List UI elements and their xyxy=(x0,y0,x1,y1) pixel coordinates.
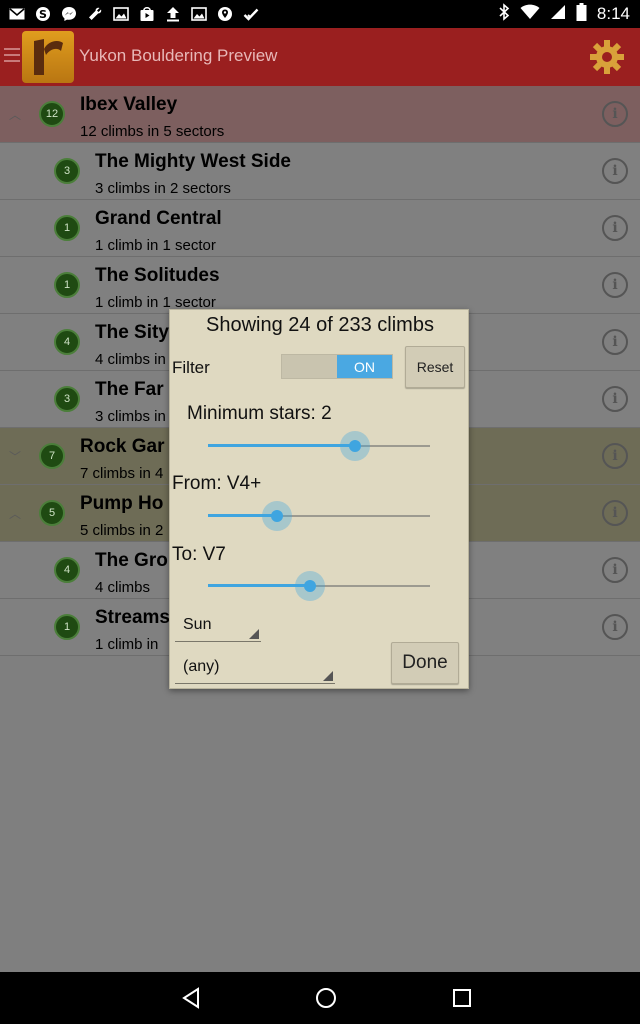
info-icon[interactable]: i xyxy=(602,215,628,241)
notification-icons: S xyxy=(8,4,260,24)
list-item[interactable]: 1 The Solitudes 1 climb in 1 sector i xyxy=(0,257,640,314)
reset-button[interactable]: Reset xyxy=(405,346,465,388)
filter-label: Filter xyxy=(172,358,210,377)
day-select[interactable]: Sun xyxy=(175,612,261,642)
dialog-title: Showing 24 of 233 climbs xyxy=(206,314,434,336)
image-icon xyxy=(112,6,130,22)
sector-subtitle: 1 climb in 1 sector xyxy=(95,237,216,254)
done-button[interactable]: Done xyxy=(391,642,459,684)
sector-title: Grand Central xyxy=(95,208,222,229)
sector-subtitle: 1 climb in xyxy=(95,636,159,653)
status-time: 8:14 xyxy=(596,4,630,23)
list-item[interactable]: 1 Grand Central 1 climb in 1 sector i xyxy=(0,200,640,257)
climb-count-badge: 5 xyxy=(39,500,65,526)
climb-count-badge: 4 xyxy=(54,557,80,583)
filter-dialog: Showing 24 of 233 climbs Filter ON Reset… xyxy=(169,309,469,689)
sector-title: The Mighty West Side xyxy=(95,151,292,172)
climb-count-badge: 1 xyxy=(54,272,80,298)
area-subtitle: 7 climbs in 4 xyxy=(80,465,164,482)
image-icon xyxy=(190,6,208,22)
area-title: Pump Ho xyxy=(80,493,164,514)
conditions-select-value: (any) xyxy=(183,658,220,675)
recents-icon[interactable] xyxy=(450,986,474,1010)
wrench-icon xyxy=(86,6,104,22)
wifi-icon xyxy=(520,4,540,25)
sector-subtitle: 3 climbs in xyxy=(95,408,166,425)
app-title: Yukon Bouldering Preview xyxy=(79,46,278,65)
climb-count-badge: 3 xyxy=(54,158,80,184)
system-icons: 8:14 xyxy=(498,2,630,26)
min-stars-label: Minimum stars: 2 xyxy=(187,403,332,424)
chevron-down-icon[interactable]: ﹀ xyxy=(9,448,23,464)
upload-icon xyxy=(164,6,182,22)
min-stars-slider[interactable] xyxy=(208,431,430,461)
filter-toggle[interactable]: ON xyxy=(281,354,393,379)
gmail-icon xyxy=(8,6,26,22)
svg-text:S: S xyxy=(39,8,47,21)
list-item[interactable]: 3 The Mighty West Side 3 climbs in 2 sec… xyxy=(0,143,640,200)
slider-thumb[interactable] xyxy=(271,510,283,522)
info-icon[interactable]: i xyxy=(602,443,628,469)
to-grade-slider[interactable] xyxy=(208,571,430,601)
climb-count-badge: 12 xyxy=(39,101,65,127)
climb-count-badge: 4 xyxy=(54,329,80,355)
bluetooth-icon xyxy=(498,2,510,26)
dropdown-arrow-icon xyxy=(249,629,259,639)
to-grade-label: To: V7 xyxy=(172,544,226,565)
slider-thumb[interactable] xyxy=(304,580,316,592)
info-icon[interactable]: i xyxy=(602,329,628,355)
app-logo[interactable] xyxy=(22,31,74,83)
sector-title: The Far xyxy=(95,379,164,400)
area-title: Rock Gar xyxy=(80,436,165,457)
area-subtitle: 12 climbs in 5 sectors xyxy=(80,123,225,140)
sector-title: The Gro xyxy=(95,550,168,571)
checked-icon xyxy=(242,6,260,22)
area-subtitle: 5 climbs in 2 xyxy=(80,522,164,539)
home-icon[interactable] xyxy=(314,986,338,1010)
app-bar: Yukon Bouldering Preview xyxy=(0,28,640,86)
status-bar: S 8:14 xyxy=(0,0,640,28)
conditions-select[interactable]: (any) xyxy=(175,654,335,684)
sector-subtitle: 4 climbs xyxy=(95,579,151,596)
area-title: Ibex Valley xyxy=(80,94,178,115)
from-grade-label: From: V4+ xyxy=(172,473,262,494)
chevron-up-icon[interactable]: ︿ xyxy=(9,106,23,122)
climb-count-badge: 1 xyxy=(54,614,80,640)
info-icon[interactable]: i xyxy=(602,386,628,412)
slider-thumb[interactable] xyxy=(349,440,361,452)
signal-icon xyxy=(550,4,566,25)
climb-count-badge: 1 xyxy=(54,215,80,241)
sector-title: The Solitudes xyxy=(95,265,220,286)
back-icon[interactable] xyxy=(179,986,203,1010)
play-store-icon xyxy=(138,6,156,22)
info-icon[interactable]: i xyxy=(602,614,628,640)
navigation-bar xyxy=(0,972,640,1024)
location-icon xyxy=(216,6,234,22)
info-icon[interactable]: i xyxy=(602,272,628,298)
from-grade-slider[interactable] xyxy=(208,501,430,531)
menu-icon[interactable] xyxy=(4,48,20,62)
messenger-icon xyxy=(60,6,78,22)
sector-title: The Sity xyxy=(95,322,169,343)
day-select-value: Sun xyxy=(183,616,212,633)
battery-icon xyxy=(576,2,587,26)
gear-icon[interactable] xyxy=(588,38,626,76)
info-icon[interactable]: i xyxy=(602,101,628,127)
chevron-up-icon[interactable]: ︿ xyxy=(9,505,23,521)
info-icon[interactable]: i xyxy=(602,158,628,184)
toggle-state-label: ON xyxy=(337,355,392,378)
skype-icon: S xyxy=(34,6,52,22)
sector-title: Streams xyxy=(95,607,170,628)
climb-count-badge: 3 xyxy=(54,386,80,412)
dropdown-arrow-icon xyxy=(323,671,333,681)
list-item[interactable]: ︿ 12 Ibex Valley 12 climbs in 5 sectors … xyxy=(0,86,640,143)
sector-subtitle: 3 climbs in 2 sectors xyxy=(95,180,231,197)
sector-subtitle: 4 climbs in xyxy=(95,351,166,368)
logo-letter-r xyxy=(34,39,63,75)
info-icon[interactable]: i xyxy=(602,557,628,583)
climb-count-badge: 7 xyxy=(39,443,65,469)
info-icon[interactable]: i xyxy=(602,500,628,526)
